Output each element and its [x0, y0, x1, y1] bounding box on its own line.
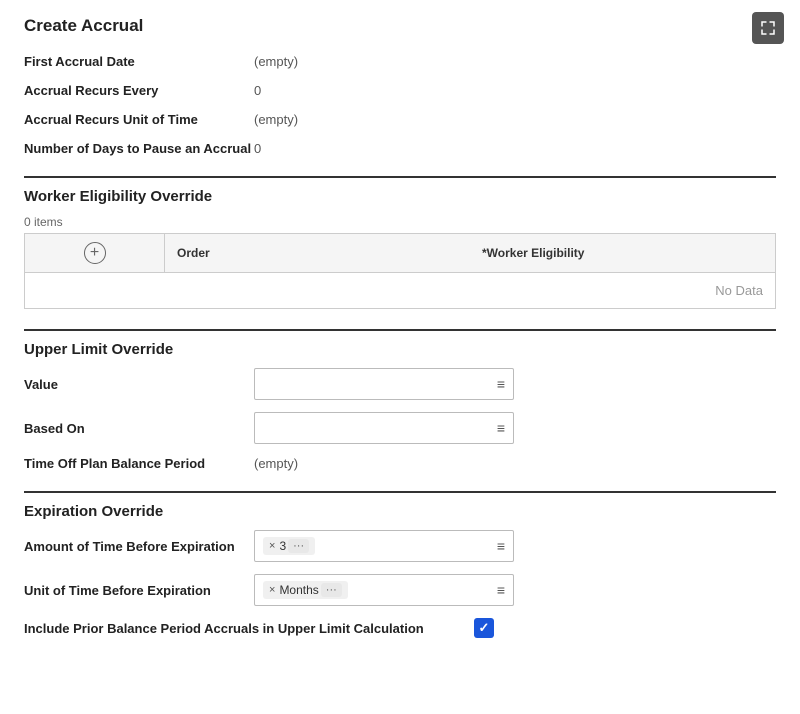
upper-limit-section-title: Upper Limit Override	[24, 329, 776, 358]
col-worker-eligibility: *Worker Eligibility	[470, 238, 775, 268]
based-on-input[interactable]: ≡	[254, 412, 514, 444]
number-of-days-label: Number of Days to Pause an Accrual	[24, 141, 254, 156]
accrual-recurs-unit-label: Accrual Recurs Unit of Time	[24, 112, 254, 127]
unit-tag-value: Months	[279, 583, 318, 597]
items-count: 0 items	[24, 215, 776, 229]
value-label: Value	[24, 377, 254, 392]
unit-of-time-input[interactable]: × Months ··· ≡	[254, 574, 514, 606]
time-off-plan-row: Time Off Plan Balance Period (empty)	[24, 456, 776, 471]
amount-tag: × 3 ···	[263, 537, 315, 555]
first-accrual-date-label: First Accrual Date	[24, 54, 254, 69]
include-prior-checkbox[interactable]	[474, 618, 494, 638]
include-prior-label: Include Prior Balance Period Accruals in…	[24, 621, 474, 636]
unit-tag-close[interactable]: ×	[269, 584, 275, 596]
first-accrual-date-value: (empty)	[254, 54, 298, 69]
accrual-recurs-every-value: 0	[254, 83, 261, 98]
amount-tag-value: 3	[279, 539, 286, 553]
unit-tag: × Months ···	[263, 581, 348, 599]
amount-of-time-label: Amount of Time Before Expiration	[24, 539, 254, 554]
value-menu-icon[interactable]: ≡	[497, 376, 505, 392]
based-on-input-row: Based On ≡	[24, 412, 776, 444]
unit-tag-dots[interactable]: ···	[321, 583, 342, 597]
value-input-row: Value ≡	[24, 368, 776, 400]
amount-of-time-input[interactable]: × 3 ··· ≡	[254, 530, 514, 562]
include-prior-row: Include Prior Balance Period Accruals in…	[24, 618, 776, 638]
unit-of-time-label: Unit of Time Before Expiration	[24, 583, 254, 598]
table-add-cell: +	[25, 234, 165, 272]
add-row-button[interactable]: +	[84, 242, 106, 264]
table-header: + Order *Worker Eligibility	[25, 234, 775, 273]
number-of-days-row: Number of Days to Pause an Accrual 0	[24, 141, 776, 156]
expand-icon[interactable]	[752, 12, 784, 44]
unit-menu-icon[interactable]: ≡	[497, 582, 505, 598]
based-on-label: Based On	[24, 421, 254, 436]
accrual-recurs-unit-row: Accrual Recurs Unit of Time (empty)	[24, 112, 776, 127]
amount-tag-dots[interactable]: ···	[288, 539, 309, 553]
accrual-recurs-every-row: Accrual Recurs Every 0	[24, 83, 776, 98]
value-input[interactable]: ≡	[254, 368, 514, 400]
accrual-recurs-every-label: Accrual Recurs Every	[24, 83, 254, 98]
col-order: Order	[165, 238, 470, 268]
time-off-plan-value: (empty)	[254, 456, 298, 471]
first-accrual-date-row: First Accrual Date (empty)	[24, 54, 776, 69]
page-title: Create Accrual	[24, 16, 776, 36]
based-on-text-input[interactable]	[263, 421, 497, 436]
worker-eligibility-table: + Order *Worker Eligibility No Data	[24, 233, 776, 309]
number-of-days-value: 0	[254, 141, 261, 156]
no-data-message: No Data	[25, 273, 775, 308]
amount-of-time-row: Amount of Time Before Expiration × 3 ···…	[24, 530, 776, 562]
expiration-section-title: Expiration Override	[24, 491, 776, 520]
value-text-input[interactable]	[263, 377, 497, 392]
amount-tag-close[interactable]: ×	[269, 540, 275, 552]
worker-eligibility-section-title: Worker Eligibility Override	[24, 176, 776, 205]
amount-menu-icon[interactable]: ≡	[497, 538, 505, 554]
time-off-plan-label: Time Off Plan Balance Period	[24, 456, 254, 471]
unit-of-time-row: Unit of Time Before Expiration × Months …	[24, 574, 776, 606]
based-on-menu-icon[interactable]: ≡	[497, 420, 505, 436]
accrual-recurs-unit-value: (empty)	[254, 112, 298, 127]
